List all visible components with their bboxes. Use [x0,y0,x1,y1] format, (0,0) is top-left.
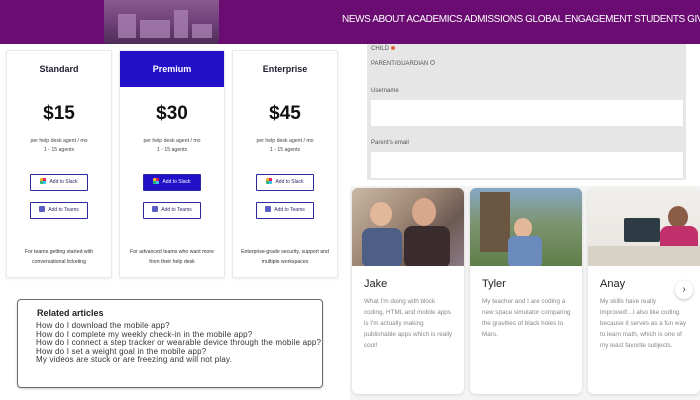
radio-empty-icon[interactable] [430,60,436,65]
plan-billing: per help desk agent / mo 1 - 15 agents [143,138,201,153]
chevron-right-icon[interactable]: › [675,281,693,299]
campus-photo [104,0,219,44]
child-option[interactable]: CHILD [371,46,396,52]
teams-icon [265,206,272,212]
plan-price: $30 [156,103,188,124]
student-quote: What I'm doing with block coding, HTML a… [364,298,453,349]
plan-card-enterprise: Enterprise $45 per help desk agent / mo … [232,50,338,278]
student-photo [588,188,700,266]
add-to-teams-button[interactable]: Add to Teams [30,202,88,219]
article-link[interactable]: My videos are stuck or are freezing and … [36,355,322,365]
radio-selected-icon[interactable] [391,46,396,50]
student-card-jake[interactable]: Jake What I'm doing with block coding, H… [352,188,464,394]
plan-name: Standard [39,64,79,74]
signup-form: CHILD PARENT/GUARDIAN Username Parent's … [367,44,686,180]
main-nav[interactable]: NEWS ABOUT ACADEMICS ADMISSIONS GLOBAL E… [342,14,700,25]
related-articles-list: How do I download the mobile app? How do… [36,321,322,365]
student-quote: My teacher and I are coding a new space … [482,298,571,338]
related-articles-title: Related articles [37,308,104,318]
parent-option[interactable]: PARENT/GUARDIAN [371,60,436,67]
plan-name: Enterprise [262,64,308,74]
plan-description: For advanced teams who want more from th… [130,249,214,265]
plan-card-standard: Standard $15 per help desk agent / mo 1 … [6,50,112,278]
plan-card-premium: Premium $30 per help desk agent / mo 1 -… [119,50,225,278]
username-label: Username [371,88,399,94]
slack-icon [153,178,160,184]
username-input[interactable] [371,100,683,126]
plan-billing: per help desk agent / mo 1 - 15 agents [30,138,88,153]
student-photo [352,188,464,266]
student-name: Tyler [482,278,506,290]
plan-price: $15 [43,103,75,124]
add-to-slack-button[interactable]: Add to Slack [256,174,314,191]
page: NEWS ABOUT ACADEMICS ADMISSIONS GLOBAL E… [0,0,700,400]
plan-price: $45 [269,103,301,124]
teams-icon [152,206,159,212]
plan-description: For teams getting started with conversat… [24,249,94,265]
add-to-slack-button[interactable]: Add to Slack [143,174,201,191]
student-card-tyler[interactable]: Tyler My teacher and I are coding a new … [470,188,582,394]
teams-icon [39,206,46,212]
add-to-teams-button[interactable]: Add to Teams [143,202,201,219]
pricing-section: Standard $15 per help desk agent / mo 1 … [0,50,345,280]
add-to-slack-button[interactable]: Add to Slack [30,174,88,191]
slack-icon [40,178,47,184]
student-photo [470,188,582,266]
student-name: Jake [364,278,388,290]
add-to-teams-button[interactable]: Add to Teams [256,202,314,219]
plan-description: Enterprise-grade security, support and m… [241,249,329,265]
email-label: Parent's email [371,140,409,146]
email-input[interactable] [371,152,683,178]
plan-name: Premium [120,51,224,87]
related-articles-panel: Related articles How do I download the m… [17,299,323,388]
plan-billing: per help desk agent / mo 1 - 15 agents [256,138,314,153]
slack-icon [266,178,273,184]
student-quote: My skills have really improved!...I also… [600,298,687,349]
student-carousel: Jake What I'm doing with block coding, H… [350,186,700,400]
